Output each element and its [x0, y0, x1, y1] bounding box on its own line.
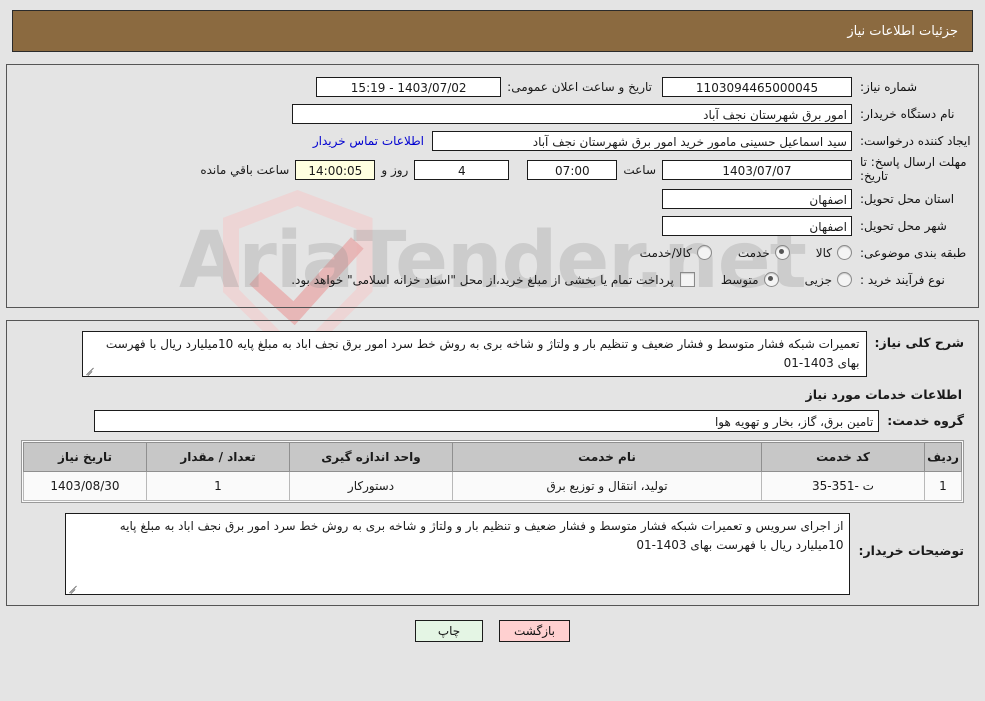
buyer-notes-textarea[interactable]: از اجرای سرویس و تعمیرات شبکه فشار متوسط… [65, 512, 851, 595]
radio-icon[interactable] [763, 272, 779, 288]
response-deadline-date: 1403/07/07 [662, 159, 852, 180]
service-group-label: گروه خدمت: [887, 413, 964, 429]
remaining-days-value: 4 [414, 159, 510, 180]
treasury-bonds-text: پرداخت تمام یا بخشی از مبلغ خرید،از محل … [291, 272, 674, 287]
purchase-type-option-label: متوسط [720, 272, 759, 287]
cell-radif: 1 [924, 470, 962, 501]
cell-service-name: تولید، انتقال و توزیع برق [452, 470, 762, 501]
th-need-date: تاریخ نیاز [23, 441, 147, 472]
row-service-group: گروه خدمت: تامین برق، گاز، بخار و تهویه … [13, 409, 972, 432]
row-request-creator: ایجاد کننده درخواست: سید اسماعیل حسینی م… [13, 129, 972, 153]
need-number-label: شماره نیاز: [860, 79, 917, 94]
description-value: تعمیرات شبکه فشار متوسط و فشار ضعیف و تن… [105, 336, 860, 371]
services-table: ردیف کد خدمت نام خدمت واحد اندازه گیری ت… [23, 441, 962, 501]
services-section-title: اطلاعات خدمات مورد نیاز [805, 386, 963, 402]
table-header-row: ردیف کد خدمت نام خدمت واحد اندازه گیری ت… [23, 441, 962, 472]
service-group-value: تامین برق، گاز، بخار و تهویه هوا [94, 409, 880, 432]
row-purchase-type: نوع فرآیند خرید : جزیی متوسط پرداخت تمام… [13, 268, 972, 292]
th-measure-unit: واحد اندازه گیری [289, 441, 453, 472]
public-announcement-value: 1403/07/02 - 15:19 [316, 77, 502, 97]
cell-service-code: ت -351-35 [761, 470, 925, 501]
cell-measure-unit: دستورکار [289, 470, 453, 501]
category-option-label: کالا/خدمت [639, 245, 692, 260]
category-radio-group: کالا خدمت کالا/خدمت [614, 245, 852, 261]
resize-grip-icon[interactable] [85, 365, 95, 375]
request-creator-label: ایجاد کننده درخواست: [860, 133, 971, 148]
th-quantity: تعداد / مقدار [146, 441, 290, 472]
th-service-name: نام خدمت [452, 441, 762, 472]
radio-icon[interactable] [696, 245, 712, 261]
remaining-days-label: روز و [381, 162, 409, 177]
remaining-countdown-value: 14:00:05 [295, 159, 376, 180]
radio-icon[interactable] [837, 272, 852, 288]
radio-icon[interactable] [774, 245, 790, 261]
buyer-org-value: امور برق شهرستان نجف آباد [292, 104, 852, 124]
description-label: شرح کلی نیاز: [874, 334, 964, 350]
need-details-panel: شرح کلی نیاز: تعمیرات شبکه فشار متوسط و … [6, 319, 979, 606]
buyer-contact-link[interactable]: اطلاعات تماس خریدار [305, 134, 432, 148]
purchase-type-option-motevaset[interactable]: متوسط [720, 272, 779, 288]
public-announcement-label: تاریخ و ساعت اعلان عمومی: [507, 80, 652, 94]
category-option-label: خدمت [737, 245, 770, 260]
row-buyer-org: نام دستگاه خریدار: امور برق شهرستان نجف … [13, 102, 972, 126]
purchase-type-label: نوع فرآیند خرید : [860, 272, 945, 287]
row-delivery-city: شهر محل تحویل: اصفهان [13, 214, 972, 238]
purchase-type-radio-group: جزیی متوسط پرداخت تمام یا بخشی از مبلغ خ… [291, 272, 852, 288]
row-category: طبقه بندی موضوعی: کالا خدمت کالا/خدمت [13, 241, 972, 265]
buyer-notes-value: از اجرای سرویس و تعمیرات شبکه فشار متوسط… [119, 518, 844, 553]
row-delivery-province: استان محل تحویل: اصفهان [13, 187, 972, 211]
radio-icon[interactable] [837, 245, 852, 261]
description-textarea[interactable]: تعمیرات شبکه فشار متوسط و فشار ضعیف و تن… [81, 330, 867, 377]
response-deadline-time-label: ساعت [623, 162, 656, 177]
category-option-kala-khedmat[interactable]: کالا/خدمت [639, 245, 712, 261]
category-option-label: کالا [815, 245, 832, 260]
response-deadline-label: مهلت ارسال پاسخ: تا تاریخ: [860, 155, 967, 183]
need-info-panel: شماره نیاز: 1103094465000045 تاریخ و ساع… [6, 64, 979, 308]
purchase-type-option-label: جزیی [804, 272, 832, 287]
buyer-org-label: نام دستگاه خریدار: [860, 106, 955, 121]
category-option-khedmat[interactable]: خدمت [737, 245, 790, 261]
delivery-province-label: استان محل تحویل: [860, 191, 955, 206]
page-root: جزئیات اطلاعات نیاز شماره نیاز: 11030944… [0, 10, 985, 642]
category-label: طبقه بندی موضوعی: [860, 245, 967, 260]
row-buyer-notes: توضیحات خریدار: از اجرای سرویس و تعمیرات… [13, 512, 972, 595]
print-button[interactable]: چاپ [415, 619, 483, 642]
cell-quantity: 1 [146, 470, 290, 501]
delivery-city-label: شهر محل تحویل: [860, 218, 947, 233]
category-option-kala[interactable]: کالا [815, 245, 852, 261]
footer-actions: بازگشت چاپ [0, 619, 985, 642]
services-table-wrapper: ردیف کد خدمت نام خدمت واحد اندازه گیری ت… [21, 439, 964, 503]
need-number-value: 1103094465000045 [662, 77, 852, 97]
cell-need-date: 1403/08/30 [23, 470, 147, 501]
response-deadline-time: 07:00 [527, 159, 618, 180]
th-service-code: کد خدمت [761, 441, 925, 472]
page-header-bar: جزئیات اطلاعات نیاز [12, 10, 973, 52]
resize-grip-icon[interactable] [68, 583, 78, 593]
row-need-number: شماره نیاز: 1103094465000045 تاریخ و ساع… [13, 75, 972, 99]
row-response-deadline: مهلت ارسال پاسخ: تا تاریخ: 1403/07/07 سا… [13, 155, 972, 184]
checkbox-icon[interactable] [679, 272, 695, 288]
treasury-bonds-checkbox-item[interactable]: پرداخت تمام یا بخشی از مبلغ خرید،از محل … [291, 272, 695, 288]
back-button[interactable]: بازگشت [499, 619, 570, 642]
page-title: جزئیات اطلاعات نیاز [847, 23, 958, 39]
remaining-countdown-label: ساعت باقي مانده [200, 162, 290, 177]
buyer-notes-label: توضیحات خریدار: [858, 542, 964, 558]
th-radif: ردیف [924, 441, 962, 472]
delivery-province-value: اصفهان [662, 188, 852, 209]
purchase-type-option-jozii[interactable]: جزیی [804, 272, 852, 288]
delivery-city-value: اصفهان [662, 215, 852, 236]
row-description: شرح کلی نیاز: تعمیرات شبکه فشار متوسط و … [13, 330, 972, 377]
request-creator-value: سید اسماعیل حسینی مامور خرید امور برق شه… [432, 131, 852, 151]
table-row: 1 ت -351-35 تولید، انتقال و توزیع برق دس… [23, 470, 962, 501]
